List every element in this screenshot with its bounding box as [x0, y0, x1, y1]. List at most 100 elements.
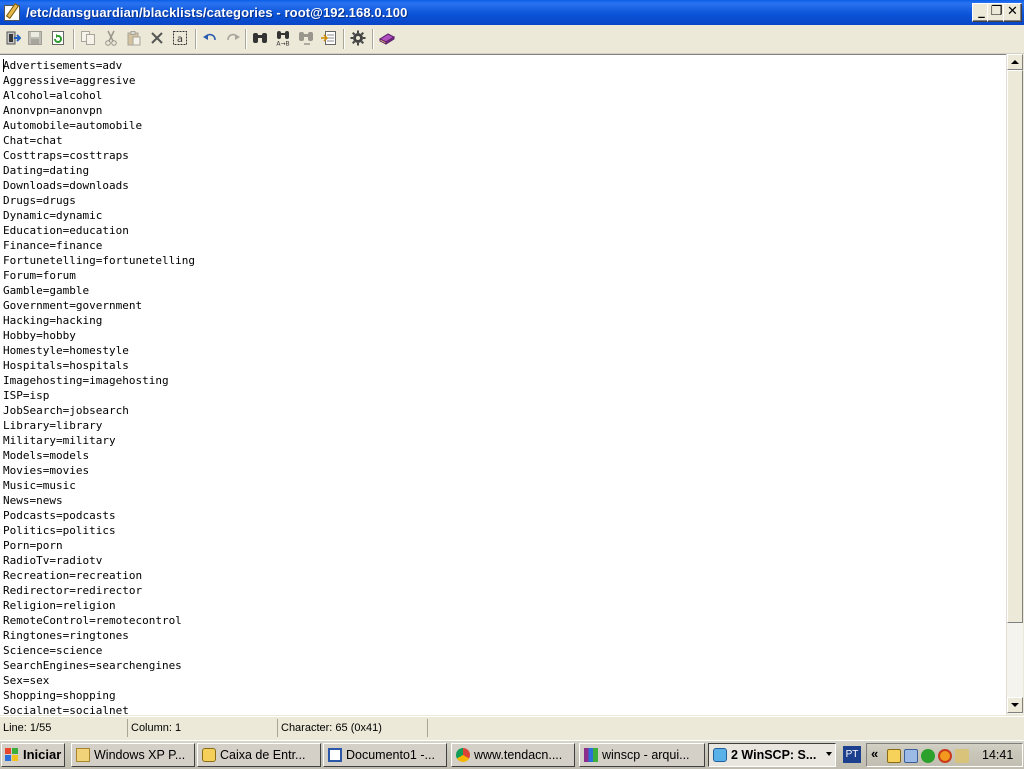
mail-icon [202, 748, 216, 762]
scroll-up-button[interactable] [1007, 54, 1023, 70]
taskbar-item-archive[interactable]: winscp - arqui... [579, 743, 705, 767]
editor-line[interactable]: Hacking=hacking [3, 313, 195, 328]
scroll-down-button[interactable] [1007, 697, 1023, 713]
start-button[interactable]: Iniciar [1, 743, 65, 767]
paste-icon[interactable] [126, 30, 142, 46]
download-icon[interactable] [921, 749, 935, 763]
editor-line[interactable]: Hobby=hobby [3, 328, 195, 343]
help-icon[interactable] [379, 30, 395, 46]
folder-icon [76, 748, 90, 762]
editor-line[interactable]: Music=music [3, 478, 195, 493]
editor-line[interactable]: Government=government [3, 298, 195, 313]
chrome-icon [456, 748, 470, 762]
editor-line[interactable]: Drugs=drugs [3, 193, 195, 208]
title-bar[interactable]: /etc/dansguardian/blacklists/categories … [0, 0, 1024, 25]
editor-line[interactable]: Imagehosting=imagehosting [3, 373, 195, 388]
system-tray: « 14:41 [866, 743, 1023, 767]
winscp-icon [713, 748, 727, 762]
editor-line[interactable]: Dating=dating [3, 163, 195, 178]
editor-line[interactable]: Shopping=shopping [3, 688, 195, 703]
vertical-scrollbar[interactable] [1006, 54, 1023, 714]
editor-line[interactable]: Porn=porn [3, 538, 195, 553]
find-icon[interactable] [252, 30, 268, 46]
editor-line[interactable]: Finance=finance [3, 238, 195, 253]
editor-line[interactable]: Library=library [3, 418, 195, 433]
taskbar-item-label: winscp - arqui... [602, 748, 690, 762]
editor-line[interactable]: Military=military [3, 433, 195, 448]
reload-icon[interactable] [50, 30, 66, 46]
editor-line[interactable]: Automobile=automobile [3, 118, 195, 133]
taskbar-item-windows-xp[interactable]: Windows XP P... [71, 743, 195, 767]
editor-line[interactable]: News=news [3, 493, 195, 508]
save-icon[interactable] [27, 30, 43, 46]
exit-icon[interactable] [5, 30, 21, 46]
editor-line[interactable]: Anonvpn=anonvpn [3, 103, 195, 118]
editor-line[interactable]: Advertisements=adv [3, 58, 195, 73]
undo-icon[interactable] [202, 30, 218, 46]
close-button[interactable]: ✕ [1003, 3, 1022, 22]
taskbar-item-label: Windows XP P... [94, 748, 186, 762]
editor-line[interactable]: Aggressive=aggresive [3, 73, 195, 88]
editor-line[interactable]: Religion=religion [3, 598, 195, 613]
editor-line[interactable]: Redirector=redirector [3, 583, 195, 598]
editor-line[interactable]: Models=models [3, 448, 195, 463]
taskbar-item-winscp[interactable]: 2 WinSCP: S... [708, 743, 836, 767]
editor-app-icon[interactable] [4, 4, 20, 21]
editor-line[interactable]: Podcasts=podcasts [3, 508, 195, 523]
taskbar-item-mail[interactable]: Caixa de Entr... [197, 743, 321, 767]
status-line: Line: 1/55 [0, 719, 128, 737]
editor-line[interactable]: RadioTv=radiotv [3, 553, 195, 568]
toolbar-separator [195, 29, 196, 49]
editor-line[interactable]: Fortunetelling=fortunetelling [3, 253, 195, 268]
start-label: Iniciar [23, 747, 62, 762]
cut-icon[interactable] [103, 30, 119, 46]
remove-hardware-icon[interactable] [955, 749, 969, 763]
taskbar-item-label: Caixa de Entr... [220, 748, 306, 762]
delete-icon[interactable] [149, 30, 165, 46]
text-editor[interactable]: Advertisements=adv Aggressive=aggresive Al… [0, 54, 1006, 715]
editor-line[interactable]: Forum=forum [3, 268, 195, 283]
editor-line[interactable]: Politics=politics [3, 523, 195, 538]
taskbar-item-browser[interactable]: www.tendacn.... [451, 743, 575, 767]
editor-line[interactable]: Socialnet=socialnet [3, 703, 195, 715]
language-indicator[interactable]: PT [843, 746, 861, 763]
editor-line[interactable]: SearchEngines=searchengines [3, 658, 195, 673]
editor-line[interactable]: Chat=chat [3, 133, 195, 148]
editor-line[interactable]: ISP=isp [3, 388, 195, 403]
arrow-up-icon [1011, 60, 1019, 64]
select-all-icon[interactable]: a [172, 30, 188, 46]
network-icon[interactable] [904, 749, 918, 763]
editor-line[interactable]: Sex=sex [3, 673, 195, 688]
editor-line[interactable]: Costtraps=costtraps [3, 148, 195, 163]
find-next-icon[interactable] [298, 30, 314, 46]
editor-line[interactable]: Homestyle=homestyle [3, 343, 195, 358]
windows-logo-icon [5, 748, 19, 762]
editor-line[interactable]: Hospitals=hospitals [3, 358, 195, 373]
editor-line[interactable]: Dynamic=dynamic [3, 208, 195, 223]
editor-line[interactable]: Movies=movies [3, 463, 195, 478]
taskbar-item-label: Documento1 -... [346, 748, 435, 762]
clock[interactable]: 14:41 [982, 744, 1013, 766]
chevron-down-icon [826, 752, 832, 756]
toolbar-separator [73, 29, 74, 49]
editor-line[interactable]: RemoteControl=remotecontrol [3, 613, 195, 628]
arrow-down-icon [1011, 703, 1019, 707]
editor-line[interactable]: Downloads=downloads [3, 178, 195, 193]
redo-icon[interactable] [225, 30, 241, 46]
editor-line[interactable]: Recreation=recreation [3, 568, 195, 583]
copy-icon[interactable] [80, 30, 96, 46]
show-hidden-icons-button[interactable]: « [871, 746, 878, 761]
scrollbar-thumb[interactable] [1007, 70, 1023, 623]
clock-app-icon[interactable] [887, 749, 901, 763]
goto-line-icon[interactable] [321, 30, 337, 46]
settings-icon[interactable] [350, 30, 366, 46]
editor-line[interactable]: Ringtones=ringtones [3, 628, 195, 643]
editor-line[interactable]: Gamble=gamble [3, 283, 195, 298]
editor-line[interactable]: Alcohol=alcohol [3, 88, 195, 103]
editor-line[interactable]: Science=science [3, 643, 195, 658]
security-icon[interactable] [938, 749, 952, 763]
editor-line[interactable]: Education=education [3, 223, 195, 238]
replace-icon[interactable]: A→B [275, 30, 291, 46]
taskbar-item-word[interactable]: Documento1 -... [323, 743, 447, 767]
editor-line[interactable]: JobSearch=jobsearch [3, 403, 195, 418]
